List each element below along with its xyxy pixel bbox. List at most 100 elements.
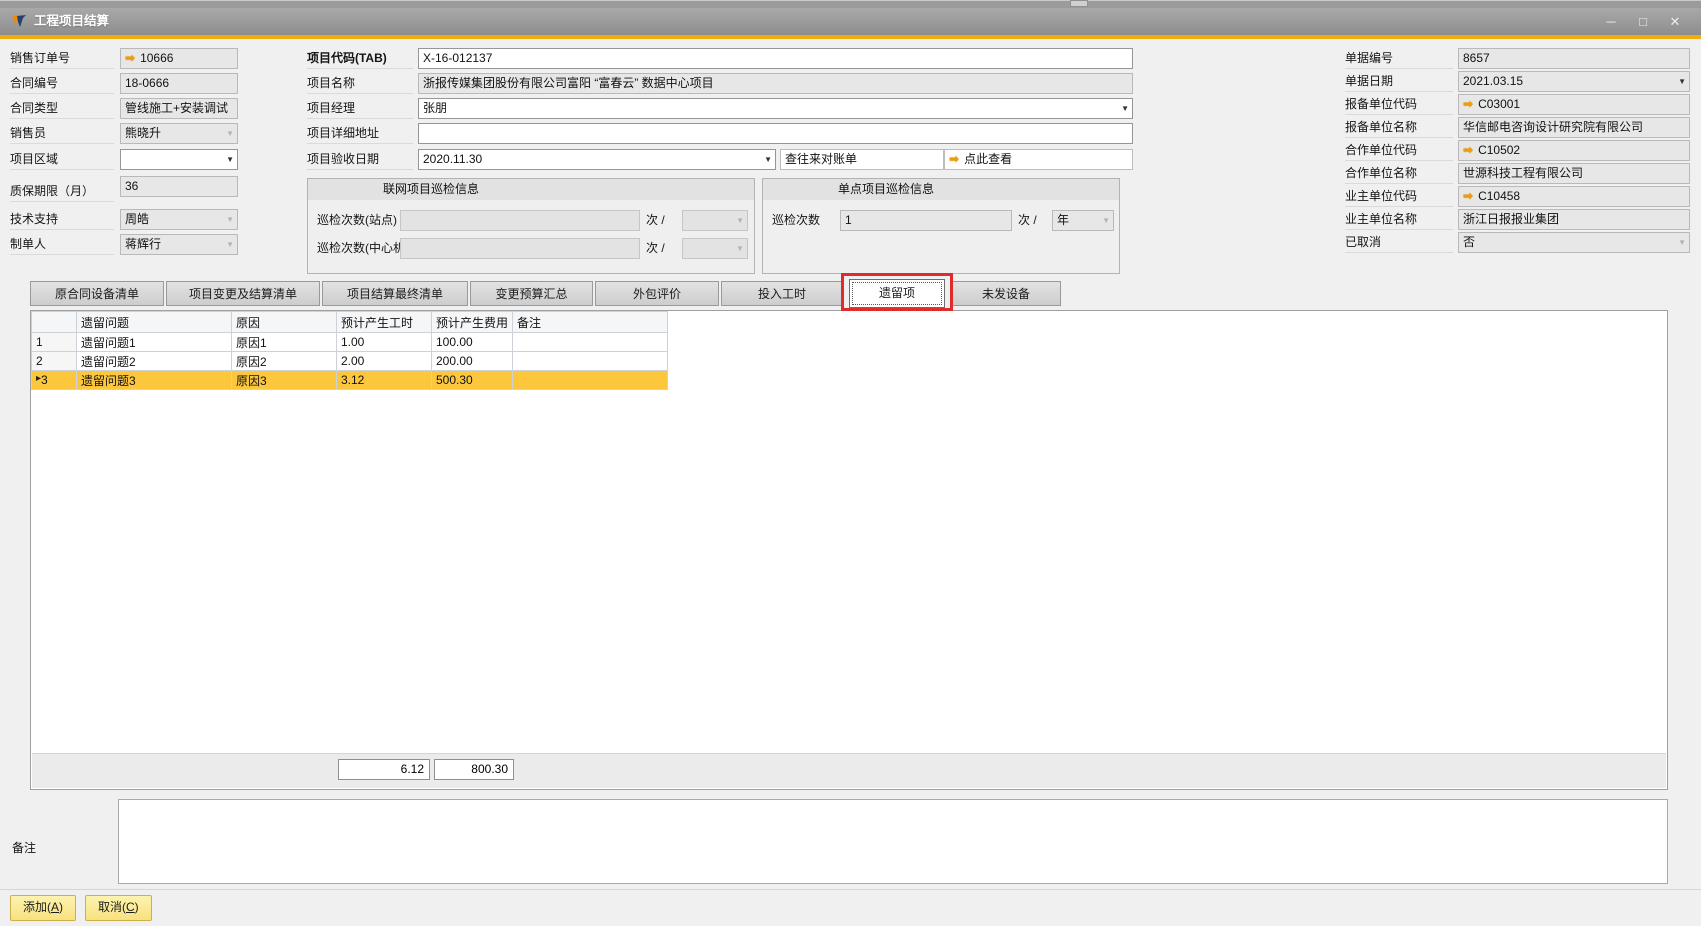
view-statement-text: 点此查看 [964, 152, 1012, 166]
doc-no-value: 8657 [1463, 51, 1490, 65]
single-inspection-title: 单点项目巡检信息 [763, 179, 1119, 200]
contract-no-label: 合同编号 [10, 73, 114, 94]
table-row[interactable]: 2 遗留问题2 原因2 2.00 200.00 [32, 352, 668, 371]
cell-hours[interactable]: 1.00 [337, 333, 432, 352]
view-statement-link[interactable]: ➡ 点此查看 [944, 149, 1133, 170]
doc-no-label: 单据编号 [1345, 48, 1453, 69]
dropdown-arrow-icon[interactable]: ▼ [764, 150, 772, 169]
dropdown-arrow-icon[interactable]: ▼ [226, 150, 234, 169]
salesperson-dropdown: 熊晓升 ▼ [120, 123, 238, 144]
row-number[interactable]: 1 [32, 333, 77, 352]
link-arrow-icon[interactable]: ➡ [949, 152, 959, 166]
tab-invested-hours[interactable]: 投入工时 [721, 281, 843, 306]
project-name-label: 项目名称 [307, 73, 413, 94]
owner-unit-name-value: 浙江日报报业集团 [1463, 212, 1559, 226]
dropdown-arrow-icon[interactable]: ▼ [1678, 72, 1686, 91]
partner-unit-code-field[interactable]: ➡C10502 [1458, 140, 1690, 161]
col-header-reason[interactable]: 原因 [232, 312, 337, 333]
dropdown-arrow-icon: ▼ [226, 210, 234, 229]
row-number[interactable]: 2 [32, 352, 77, 371]
sales-order-field[interactable]: ➡10666 [120, 48, 238, 69]
owner-unit-code-value: C10458 [1478, 189, 1520, 203]
acceptance-date-dropdown[interactable]: 2020.11.30▼ [418, 149, 776, 170]
tab-pending-items[interactable]: 遗留项 [849, 279, 945, 308]
tab-final-settlement-list[interactable]: 项目结算最终清单 [322, 281, 468, 306]
site-count-input [400, 210, 640, 231]
report-unit-code-value: C03001 [1478, 97, 1520, 111]
cell-note[interactable] [513, 352, 668, 371]
total-hours-box: 6.12 [338, 759, 430, 780]
dropdown-arrow-icon: ▼ [1102, 211, 1110, 230]
cell-reason[interactable]: 原因3 [232, 371, 337, 390]
dropdown-arrow-icon[interactable]: ▼ [1121, 99, 1129, 118]
tab-outsourcing-evaluation[interactable]: 外包评价 [595, 281, 719, 306]
doc-date-label: 单据日期 [1345, 71, 1453, 92]
owner-unit-code-field[interactable]: ➡ C10458 [1458, 186, 1690, 207]
app-icon [11, 13, 28, 30]
partner-unit-name-field: 世源科技工程有限公司 [1458, 163, 1690, 184]
inspect-count-label: 巡检次数 [772, 210, 820, 230]
totals-strip: 6.12 800.30 [32, 753, 1666, 788]
remarks-textarea[interactable] [118, 799, 1668, 884]
close-button[interactable]: ✕ [1660, 8, 1690, 35]
statement-label-cell: 查往来对账单 [780, 149, 944, 170]
inspect-period-dropdown[interactable]: 年▼ [1052, 210, 1114, 231]
tab-original-contract-equipment[interactable]: 原合同设备清单 [30, 281, 164, 306]
cell-cost[interactable]: 200.00 [432, 352, 513, 371]
maximize-button[interactable]: □ [1628, 8, 1658, 35]
col-header-note[interactable]: 备注 [513, 312, 668, 333]
link-arrow-icon[interactable]: ➡ [1463, 189, 1473, 203]
dropdown-arrow-icon: ▼ [226, 124, 234, 143]
tab-change-budget-summary[interactable]: 变更预算汇总 [470, 281, 593, 306]
salesperson-value: 熊晓升 [125, 126, 161, 140]
add-button[interactable]: 添加(A) [10, 895, 76, 921]
site-count-unit: 次 / [646, 210, 665, 230]
col-header-issue[interactable]: 遗留问题 [77, 312, 232, 333]
cell-issue[interactable]: 遗留问题3 [77, 371, 232, 390]
partner-unit-name-value: 世源科技工程有限公司 [1463, 166, 1583, 180]
contract-no-field: 18-0666 [120, 73, 238, 94]
minimize-button[interactable]: ─ [1596, 8, 1626, 35]
contract-no-value: 18-0666 [125, 76, 169, 90]
project-code-input[interactable]: X-16-012137 [418, 48, 1133, 69]
tech-support-value: 周皓 [125, 212, 149, 226]
project-manager-dropdown[interactable]: 张朋▼ [418, 98, 1133, 119]
link-arrow-icon[interactable]: ➡ [125, 51, 135, 65]
cell-reason[interactable]: 原因2 [232, 352, 337, 371]
cell-cost[interactable]: 500.30 [432, 371, 513, 390]
cancel-button[interactable]: 取消(C) [85, 895, 152, 921]
col-header-hours[interactable]: 预计产生工时 [337, 312, 432, 333]
row-number[interactable]: ▸3 [32, 371, 77, 390]
project-region-dropdown[interactable]: ▼ [120, 149, 238, 170]
owner-unit-name-field: 浙江日报报业集团 [1458, 209, 1690, 230]
project-address-input[interactable] [418, 123, 1133, 144]
dropdown-arrow-icon: ▼ [736, 211, 744, 230]
table-row[interactable]: 1 遗留问题1 原因1 1.00 100.00 [32, 333, 668, 352]
project-code-value: X-16-012137 [423, 51, 492, 65]
contract-type-label: 合同类型 [10, 98, 114, 119]
link-arrow-icon[interactable]: ➡ [1463, 143, 1473, 157]
cell-note[interactable] [513, 371, 668, 390]
report-unit-code-field[interactable]: ➡ C03001 [1458, 94, 1690, 115]
cell-issue[interactable]: 遗留问题2 [77, 352, 232, 371]
col-header-cost[interactable]: 预计产生费用 [432, 312, 513, 333]
dropdown-arrow-icon: ▼ [1678, 233, 1686, 252]
cell-note[interactable] [513, 333, 668, 352]
site-count-label: 巡检次数(站点) [317, 210, 397, 230]
report-unit-name-value: 华信邮电咨询设计研究院有限公司 [1463, 120, 1643, 134]
cell-reason[interactable]: 原因1 [232, 333, 337, 352]
doc-date-dropdown[interactable]: 2021.03.15▼ [1458, 71, 1690, 92]
tab-change-settlement-list[interactable]: 项目变更及结算清单 [166, 281, 320, 306]
owner-unit-name-label: 业主单位名称 [1345, 209, 1453, 230]
report-unit-name-field: 华信邮电咨询设计研究院有限公司 [1458, 117, 1690, 138]
cell-hours[interactable]: 2.00 [337, 352, 432, 371]
cell-cost[interactable]: 100.00 [432, 333, 513, 352]
tab-unshipped-equipment[interactable]: 未发设备 [951, 281, 1061, 306]
cell-hours[interactable]: 3.12 [337, 371, 432, 390]
background-scrollbar-notch [1070, 0, 1088, 7]
partner-unit-code-label: 合作单位代码 [1345, 140, 1453, 161]
cell-issue[interactable]: 遗留问题1 [77, 333, 232, 352]
link-arrow-icon[interactable]: ➡ [1463, 97, 1473, 111]
inspect-count-input[interactable]: 1 [840, 210, 1012, 231]
table-row-selected[interactable]: ▸3 遗留问题3 原因3 3.12 500.30 [32, 371, 668, 390]
